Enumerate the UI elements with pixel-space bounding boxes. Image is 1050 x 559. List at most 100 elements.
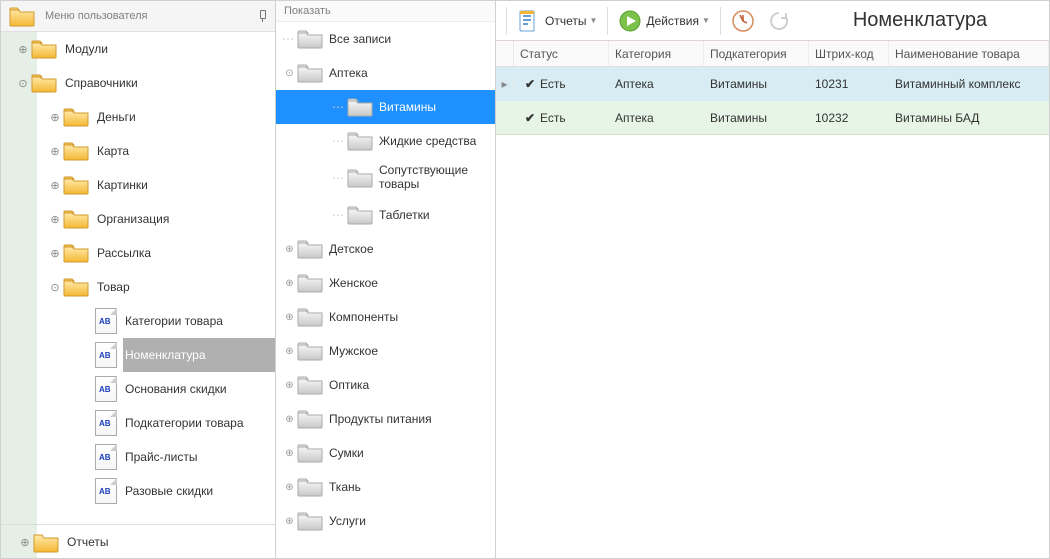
col-barcode[interactable]: Штрих-код — [809, 41, 889, 66]
show-tree-item[interactable]: Все записи — [276, 22, 495, 56]
show-tree-item[interactable]: Мужское — [276, 334, 495, 368]
show-tree-label: Сопутствующие товары — [379, 164, 489, 192]
show-tree-item[interactable]: Сопутствующие товары — [276, 158, 495, 198]
show-tree-item[interactable]: Сумки — [276, 436, 495, 470]
folder-icon — [9, 5, 35, 27]
show-panel-title: Показать — [276, 1, 495, 22]
show-tree-label: Оптика — [329, 378, 369, 392]
table-row[interactable]: ✔ЕстьАптекаВитамины10232Витамины БАД — [496, 101, 1049, 135]
show-tree-label: Ткань — [329, 480, 361, 494]
expand-icon[interactable] — [47, 211, 63, 227]
expand-icon[interactable] — [282, 276, 297, 291]
actions-button[interactable]: Действия ▼ — [612, 6, 716, 36]
show-tree-label: Сумки — [329, 446, 364, 460]
tree-leaf-icon — [332, 208, 347, 223]
sidebar-item-label: Отчеты — [65, 525, 275, 558]
expand-icon[interactable] — [282, 344, 297, 359]
folder-icon — [297, 441, 329, 466]
sidebar-item[interactable]: Модули — [1, 32, 275, 66]
row-indicator: ▸ — [496, 77, 514, 91]
sidebar-item[interactable]: Организация — [1, 202, 275, 236]
sidebar-item[interactable]: Справочники — [1, 66, 275, 100]
reports-button[interactable]: Отчеты ▼ — [511, 6, 603, 36]
refresh-button[interactable] — [761, 6, 797, 36]
folder-icon — [63, 275, 95, 300]
report-icon — [517, 9, 541, 33]
sidebar-item[interactable]: Деньги — [1, 100, 275, 134]
show-tree-item[interactable]: Услуги — [276, 504, 495, 538]
sidebar-item-label: Номенклатура — [123, 338, 275, 372]
expand-icon[interactable] — [15, 41, 31, 57]
show-tree-item[interactable]: Жидкие средства — [276, 124, 495, 158]
expand-icon[interactable] — [282, 446, 297, 461]
expand-icon[interactable] — [282, 378, 297, 393]
expand-icon[interactable] — [47, 279, 63, 295]
folder-icon — [297, 305, 329, 330]
clock-icon — [731, 9, 755, 33]
tree-leaf-icon — [332, 100, 347, 115]
sidebar-item[interactable]: Отчеты — [1, 525, 275, 558]
sidebar-item[interactable]: ABКатегории товара — [1, 304, 275, 338]
sidebar: Меню пользователя МодулиСправочникиДеньг… — [1, 1, 276, 558]
clock-button[interactable] — [725, 6, 761, 36]
expand-icon[interactable] — [47, 109, 63, 125]
expand-icon[interactable] — [282, 412, 297, 427]
sidebar-item[interactable]: ABПодкатегории товара — [1, 406, 275, 440]
expand-icon[interactable] — [15, 75, 31, 91]
col-name[interactable]: Наименование товара — [889, 41, 1049, 66]
sidebar-item[interactable]: ABРазовые скидки — [1, 474, 275, 508]
expand-icon[interactable] — [282, 514, 297, 529]
folder-icon — [297, 509, 329, 534]
expand-icon[interactable] — [47, 245, 63, 261]
sidebar-item[interactable]: ABОснования скидки — [1, 372, 275, 406]
expand-icon[interactable] — [282, 242, 297, 257]
table-row[interactable]: ▸✔ЕстьАптекаВитамины10231Витаминный комп… — [496, 67, 1049, 101]
sidebar-item-label: Деньги — [95, 100, 275, 134]
show-tree-item[interactable]: Витамины — [276, 90, 495, 124]
show-tree-item[interactable]: Оптика — [276, 368, 495, 402]
show-tree-label: Услуги — [329, 514, 366, 528]
folder-icon — [297, 475, 329, 500]
show-tree-item[interactable]: Таблетки — [276, 198, 495, 232]
sidebar-item[interactable]: Карта — [1, 134, 275, 168]
toolbar: Отчеты ▼ Действия ▼ — [496, 1, 1049, 41]
show-tree-item[interactable]: Аптека — [276, 56, 495, 90]
sidebar-item-label: Карта — [95, 134, 275, 168]
sidebar-item[interactable]: Рассылка — [1, 236, 275, 270]
show-tree-item[interactable]: Компоненты — [276, 300, 495, 334]
sidebar-item[interactable]: ABНоменклатура — [1, 338, 275, 372]
col-status[interactable]: Статус — [514, 41, 609, 66]
sidebar-item-label: Подкатегории товара — [123, 406, 275, 440]
sidebar-item[interactable]: ABПрайс-листы — [1, 440, 275, 474]
folder-icon — [347, 166, 379, 191]
sidebar-item-label: Рассылка — [95, 236, 275, 270]
expand-icon[interactable] — [17, 534, 33, 550]
expand-icon[interactable] — [282, 480, 297, 495]
cell-category: Аптека — [609, 111, 704, 125]
expand-icon[interactable] — [47, 177, 63, 193]
cell-subcategory: Витамины — [704, 77, 809, 91]
show-tree-item[interactable]: Женское — [276, 266, 495, 300]
expand-icon[interactable] — [282, 310, 297, 325]
sidebar-item[interactable]: Товар — [1, 270, 275, 304]
folder-icon — [33, 531, 59, 553]
col-subcategory[interactable]: Подкатегория — [704, 41, 809, 66]
folder-icon — [297, 339, 329, 364]
sidebar-item-label: Организация — [95, 202, 275, 236]
show-tree-item[interactable]: Ткань — [276, 470, 495, 504]
sidebar-item[interactable]: Картинки — [1, 168, 275, 202]
show-tree-label: Таблетки — [379, 208, 430, 222]
folder-icon — [63, 139, 95, 164]
document-icon: AB — [95, 308, 117, 334]
sidebar-title: Меню пользователя — [45, 10, 147, 22]
col-category[interactable]: Категория — [609, 41, 704, 66]
expand-icon[interactable] — [47, 143, 63, 159]
cell-barcode: 10232 — [809, 111, 889, 125]
folder-icon — [297, 407, 329, 432]
show-tree-item[interactable]: Детское — [276, 232, 495, 266]
cell-status: ✔Есть — [514, 77, 609, 91]
collapse-icon[interactable] — [282, 66, 297, 81]
show-tree-item[interactable]: Продукты питания — [276, 402, 495, 436]
chevron-down-icon: ▼ — [589, 16, 597, 25]
pin-icon[interactable] — [257, 10, 267, 22]
